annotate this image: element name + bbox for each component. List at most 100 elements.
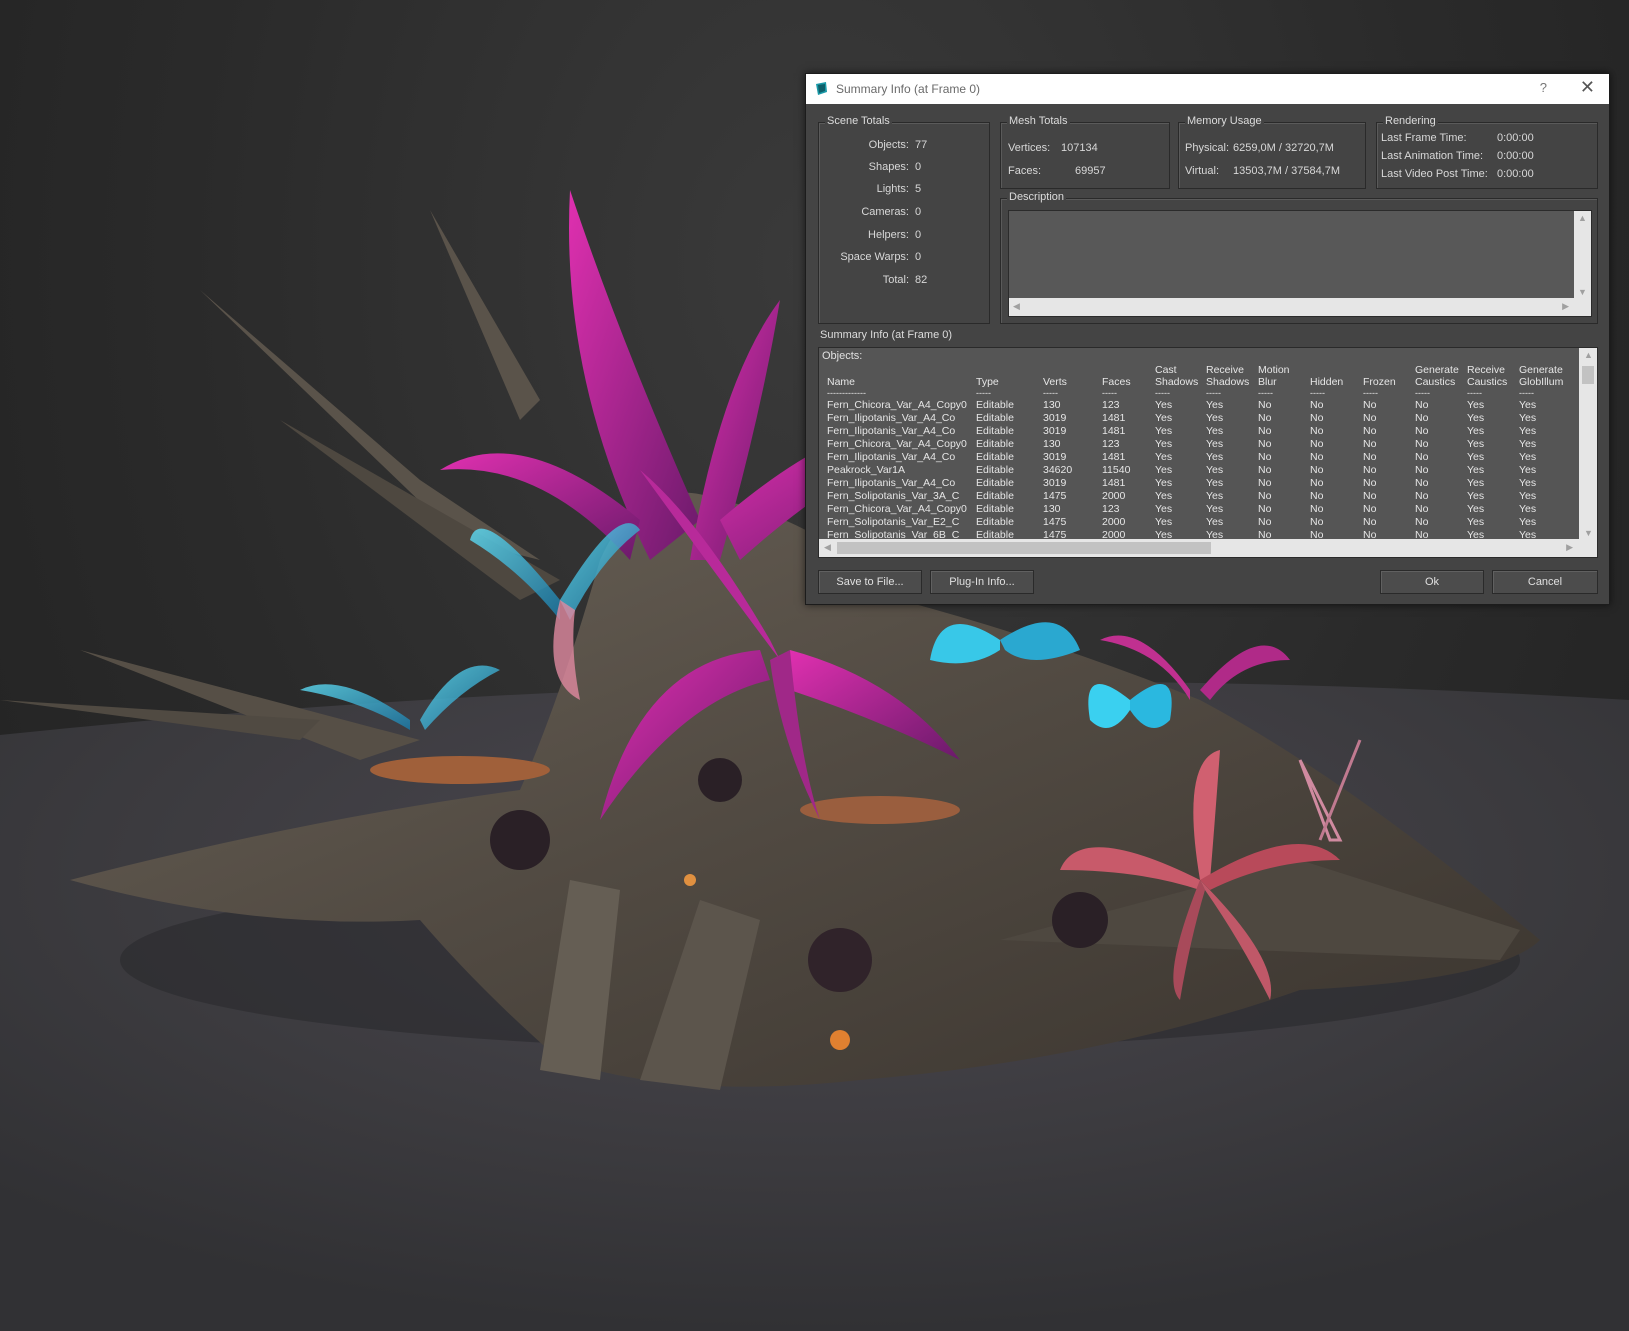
table-cell: 1481 [1102, 477, 1126, 489]
table-cell: 130 [1043, 503, 1061, 515]
col-header-frozen: Frozen [1363, 376, 1396, 388]
table-cell: 3019 [1043, 477, 1067, 489]
3ds-max-app-icon [816, 82, 827, 95]
rendering-legend: Rendering [1383, 115, 1438, 127]
dialog-titlebar[interactable]: Summary Info (at Frame 0) ? ✕ [806, 74, 1609, 104]
summary-content: Objects: Name Type Verts Faces Cast Shad… [819, 348, 1579, 540]
separator-cell: ----- [1102, 388, 1117, 398]
cameras-value: 0 [915, 206, 922, 218]
save-to-file-button[interactable]: Save to File... [818, 570, 922, 594]
shapes-value: 0 [915, 161, 922, 173]
table-cell: No [1363, 438, 1377, 450]
table-cell: No [1415, 438, 1429, 450]
table-cell: No [1415, 451, 1429, 463]
mesh-totals-group: Mesh Totals Vertices: 107134 Faces: 6995… [1000, 115, 1170, 189]
scene-totals-legend: Scene Totals [825, 115, 892, 127]
col-header-type: Type [976, 376, 999, 388]
space-warps-value: 0 [915, 251, 922, 263]
summary-text-box[interactable]: Objects: Name Type Verts Faces Cast Shad… [818, 347, 1598, 558]
table-cell: No [1258, 425, 1272, 437]
table-cell: No [1310, 399, 1324, 411]
col-header-verts: Verts [1043, 376, 1067, 388]
col-header-name: Name [827, 376, 856, 388]
scroll-right-icon[interactable]: ▶ [1566, 542, 1573, 553]
summary-vertical-scrollbar[interactable]: ▲ ▼ [1579, 348, 1597, 540]
ok-button[interactable]: Ok [1380, 570, 1484, 594]
close-icon[interactable]: ✕ [1580, 77, 1595, 98]
table-cell: Yes [1519, 464, 1537, 476]
table-cell: Yes [1467, 464, 1485, 476]
table-cell: 3019 [1043, 425, 1067, 437]
table-cell: No [1415, 490, 1429, 502]
plug-in-info-button[interactable]: Plug-In Info... [930, 570, 1034, 594]
table-cell: No [1363, 464, 1377, 476]
table-row: Fern_Chicora_Var_A4_Copy0 Editable 130 123 Y… [827, 503, 1579, 516]
description-vertical-scrollbar[interactable]: ▲ ▼ [1574, 211, 1591, 299]
table-cell: Fern_Ilipotanis_Var_A4_Co [827, 477, 956, 489]
table-cell: Yes [1155, 425, 1173, 437]
table-cell: No [1363, 399, 1377, 411]
table-cell: Yes [1155, 477, 1173, 489]
table-cell: No [1415, 425, 1429, 437]
table-cell: 123 [1102, 438, 1120, 450]
last-frame-time-value: 0:00:00 [1497, 132, 1534, 144]
description-text-area[interactable] [1009, 211, 1575, 299]
help-icon[interactable]: ? [1540, 80, 1547, 95]
table-cell: Editable [976, 477, 1014, 489]
scroll-left-icon[interactable]: ◀ [1013, 301, 1020, 312]
physical-label: Physical: [1185, 142, 1230, 154]
table-cell: 3019 [1043, 451, 1067, 463]
scroll-down-icon[interactable]: ▼ [1578, 287, 1587, 297]
mesh-totals-legend: Mesh Totals [1007, 115, 1070, 127]
table-cell: Yes [1155, 399, 1173, 411]
table-cell: Editable [976, 451, 1014, 463]
table-cell: Editable [976, 425, 1014, 437]
table-cell: No [1258, 503, 1272, 515]
virtual-label: Virtual: [1185, 165, 1220, 177]
table-cell: Yes [1155, 464, 1173, 476]
scroll-right-icon[interactable]: ▶ [1562, 301, 1569, 312]
space-warps-label: Space Warps: [840, 251, 909, 263]
table-cell: No [1258, 438, 1272, 450]
cancel-button[interactable]: Cancel [1492, 570, 1598, 594]
table-cell: No [1363, 451, 1377, 463]
faces-value: 69957 [1075, 165, 1106, 177]
scroll-left-icon[interactable]: ◀ [824, 542, 831, 553]
table-cell: 130 [1043, 438, 1061, 450]
shapes-label: Shapes: [868, 161, 909, 173]
table-cell: No [1258, 399, 1272, 411]
summary-section-label: Summary Info (at Frame 0) [820, 329, 953, 341]
separator-cell: ----- [1258, 388, 1273, 398]
scroll-down-icon[interactable]: ▼ [1584, 528, 1593, 538]
table-cell: No [1310, 425, 1324, 437]
table-cell: No [1258, 412, 1272, 424]
description-horizontal-scrollbar[interactable]: ◀ ▶ [1009, 298, 1591, 316]
table-cell: No [1415, 412, 1429, 424]
table-cell: No [1310, 412, 1324, 424]
col-header-generate-globillum: Generate GlobIllum [1519, 364, 1564, 388]
objects-table-body: ------------- ----- ----- ----- ----- ----- --… [827, 388, 1579, 541]
horizontal-scroll-thumb[interactable] [837, 542, 1211, 554]
table-cell: No [1363, 490, 1377, 502]
scroll-up-icon[interactable]: ▲ [1578, 213, 1587, 223]
description-textarea[interactable]: ▲ ▼ ◀ ▶ [1008, 210, 1592, 317]
table-cell: Editable [976, 412, 1014, 424]
scene-totals-group: Scene Totals Objects: 77 Shapes: 0 Light… [818, 115, 990, 324]
vertical-scroll-thumb[interactable] [1582, 366, 1594, 384]
summary-horizontal-scrollbar[interactable]: ◀ ▶ [819, 539, 1597, 557]
table-header-row: Name Type Verts Faces Cast Shadows Recei… [827, 362, 1579, 388]
table-cell: 1481 [1102, 451, 1126, 463]
table-separator-row: ------------- ----- ----- ----- ----- ----- --… [827, 388, 1579, 399]
table-cell: Yes [1519, 412, 1537, 424]
table-cell: Yes [1206, 503, 1224, 515]
table-cell: Editable [976, 438, 1014, 450]
table-cell: No [1310, 464, 1324, 476]
table-cell: Yes [1519, 503, 1537, 515]
table-row: Fern_Ilipotanis_Var_A4_Co Editable 3019 148… [827, 425, 1579, 438]
last-animation-time-value: 0:00:00 [1497, 150, 1534, 162]
table-cell: Yes [1206, 412, 1224, 424]
scroll-up-icon[interactable]: ▲ [1584, 350, 1593, 360]
table-cell: 2000 [1102, 516, 1126, 528]
lights-value: 5 [915, 183, 922, 195]
table-cell: Fern_Solipotanis_Var_3A_C [827, 490, 960, 502]
